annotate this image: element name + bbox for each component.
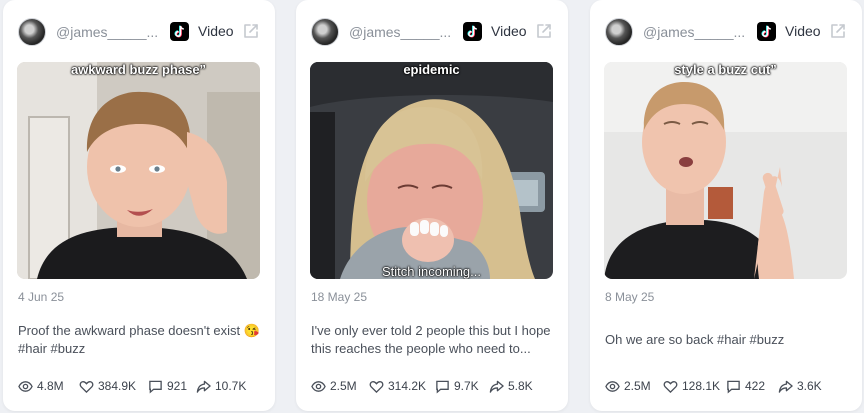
video-card[interactable]: @james_____... Video bbox=[3, 0, 275, 411]
post-description: Oh we are so back #hair #buzz bbox=[605, 332, 785, 347]
comments-count: 422 bbox=[745, 379, 766, 393]
share-icon bbox=[196, 380, 211, 393]
card-header: @james_____... Video bbox=[605, 16, 848, 48]
views-stat: 2.5M bbox=[311, 376, 357, 396]
post-description: Proof the awkward phase doesn't exist 😘 … bbox=[18, 323, 260, 356]
likes-stat: 314.2K bbox=[369, 376, 426, 396]
username[interactable]: @james_____... bbox=[56, 24, 158, 40]
thumbnail-top-caption: awkward buzz phase” bbox=[70, 62, 207, 77]
post-date: 4 Jun 25 bbox=[18, 290, 65, 304]
shares-count: 5.8K bbox=[508, 379, 533, 393]
thumbnail-image bbox=[17, 62, 260, 279]
shares-count: 3.6K bbox=[797, 379, 822, 393]
post-date: 18 May 25 bbox=[311, 290, 368, 304]
views-count: 2.5M bbox=[330, 379, 357, 393]
eye-icon bbox=[311, 380, 326, 392]
shares-count: 10.7K bbox=[215, 379, 247, 393]
views-stat: 4.8M bbox=[18, 376, 64, 396]
thumbnail-bottom-caption: Stitch incoming... bbox=[382, 264, 481, 279]
share-icon bbox=[778, 380, 793, 393]
comments-stat: 9.7K bbox=[435, 376, 479, 396]
video-thumbnail[interactable]: epidemic Stitch incoming... bbox=[310, 62, 553, 279]
platform-label: Video bbox=[491, 23, 527, 39]
video-thumbnail[interactable]: awkward buzz phase” bbox=[17, 62, 260, 279]
video-thumbnail[interactable]: style a buzz cut” bbox=[604, 62, 847, 279]
comments-count: 9.7K bbox=[454, 379, 479, 393]
stats-row: 2.5M 314.2K 9.7K 5.8K bbox=[311, 376, 558, 396]
comments-stat: 422 bbox=[726, 376, 765, 396]
shares-stat: 10.7K bbox=[196, 376, 246, 396]
likes-stat: 384.9K bbox=[79, 376, 136, 396]
card-header: @james_____... Video bbox=[18, 16, 261, 48]
shares-stat: 3.6K bbox=[778, 376, 822, 396]
external-link-icon[interactable] bbox=[829, 22, 847, 40]
likes-stat: 128.1K bbox=[663, 376, 720, 396]
external-link-icon[interactable] bbox=[242, 22, 260, 40]
stats-row: 4.8M 384.9K 921 10.7K bbox=[18, 376, 265, 396]
eye-icon bbox=[605, 380, 620, 392]
tiktok-icon bbox=[170, 22, 189, 41]
avatar[interactable] bbox=[311, 18, 339, 46]
eye-icon bbox=[18, 380, 33, 392]
external-link-icon[interactable] bbox=[535, 22, 553, 40]
views-count: 4.8M bbox=[37, 379, 64, 393]
platform-label: Video bbox=[198, 23, 234, 39]
tiktok-icon bbox=[463, 22, 482, 41]
comments-stat: 921 bbox=[148, 376, 187, 396]
likes-count: 314.2K bbox=[388, 379, 427, 393]
share-icon bbox=[489, 380, 504, 393]
platform-label: Video bbox=[785, 23, 821, 39]
avatar[interactable] bbox=[18, 18, 46, 46]
thumbnail-image bbox=[604, 62, 847, 279]
avatar[interactable] bbox=[605, 18, 633, 46]
video-card[interactable]: @james_____... Video bbox=[296, 0, 568, 411]
comments-count: 921 bbox=[167, 379, 188, 393]
comment-icon bbox=[436, 380, 449, 394]
views-count: 2.5M bbox=[624, 379, 651, 393]
username[interactable]: @james_____... bbox=[643, 24, 745, 40]
thumbnail-top-caption: epidemic bbox=[403, 62, 460, 77]
thumbnail-image bbox=[310, 62, 553, 279]
video-card[interactable]: @james_____... Video bbox=[590, 0, 862, 411]
username[interactable]: @james_____... bbox=[349, 24, 451, 40]
heart-icon bbox=[79, 380, 94, 393]
likes-count: 384.9K bbox=[98, 379, 137, 393]
likes-count: 128.1K bbox=[682, 379, 721, 393]
heart-icon bbox=[369, 380, 384, 393]
stats-row: 2.5M 128.1K 422 3.6K bbox=[605, 376, 852, 396]
card-header: @james_____... Video bbox=[311, 16, 554, 48]
tiktok-icon bbox=[757, 22, 776, 41]
views-stat: 2.5M bbox=[605, 376, 651, 396]
post-description: I've only ever told 2 people this but I … bbox=[311, 323, 551, 356]
comment-icon bbox=[149, 380, 162, 394]
thumbnail-top-caption: style a buzz cut” bbox=[674, 62, 777, 77]
post-date: 8 May 25 bbox=[605, 290, 655, 304]
comment-icon bbox=[727, 380, 740, 394]
shares-stat: 5.8K bbox=[489, 376, 533, 396]
heart-icon bbox=[663, 380, 678, 393]
